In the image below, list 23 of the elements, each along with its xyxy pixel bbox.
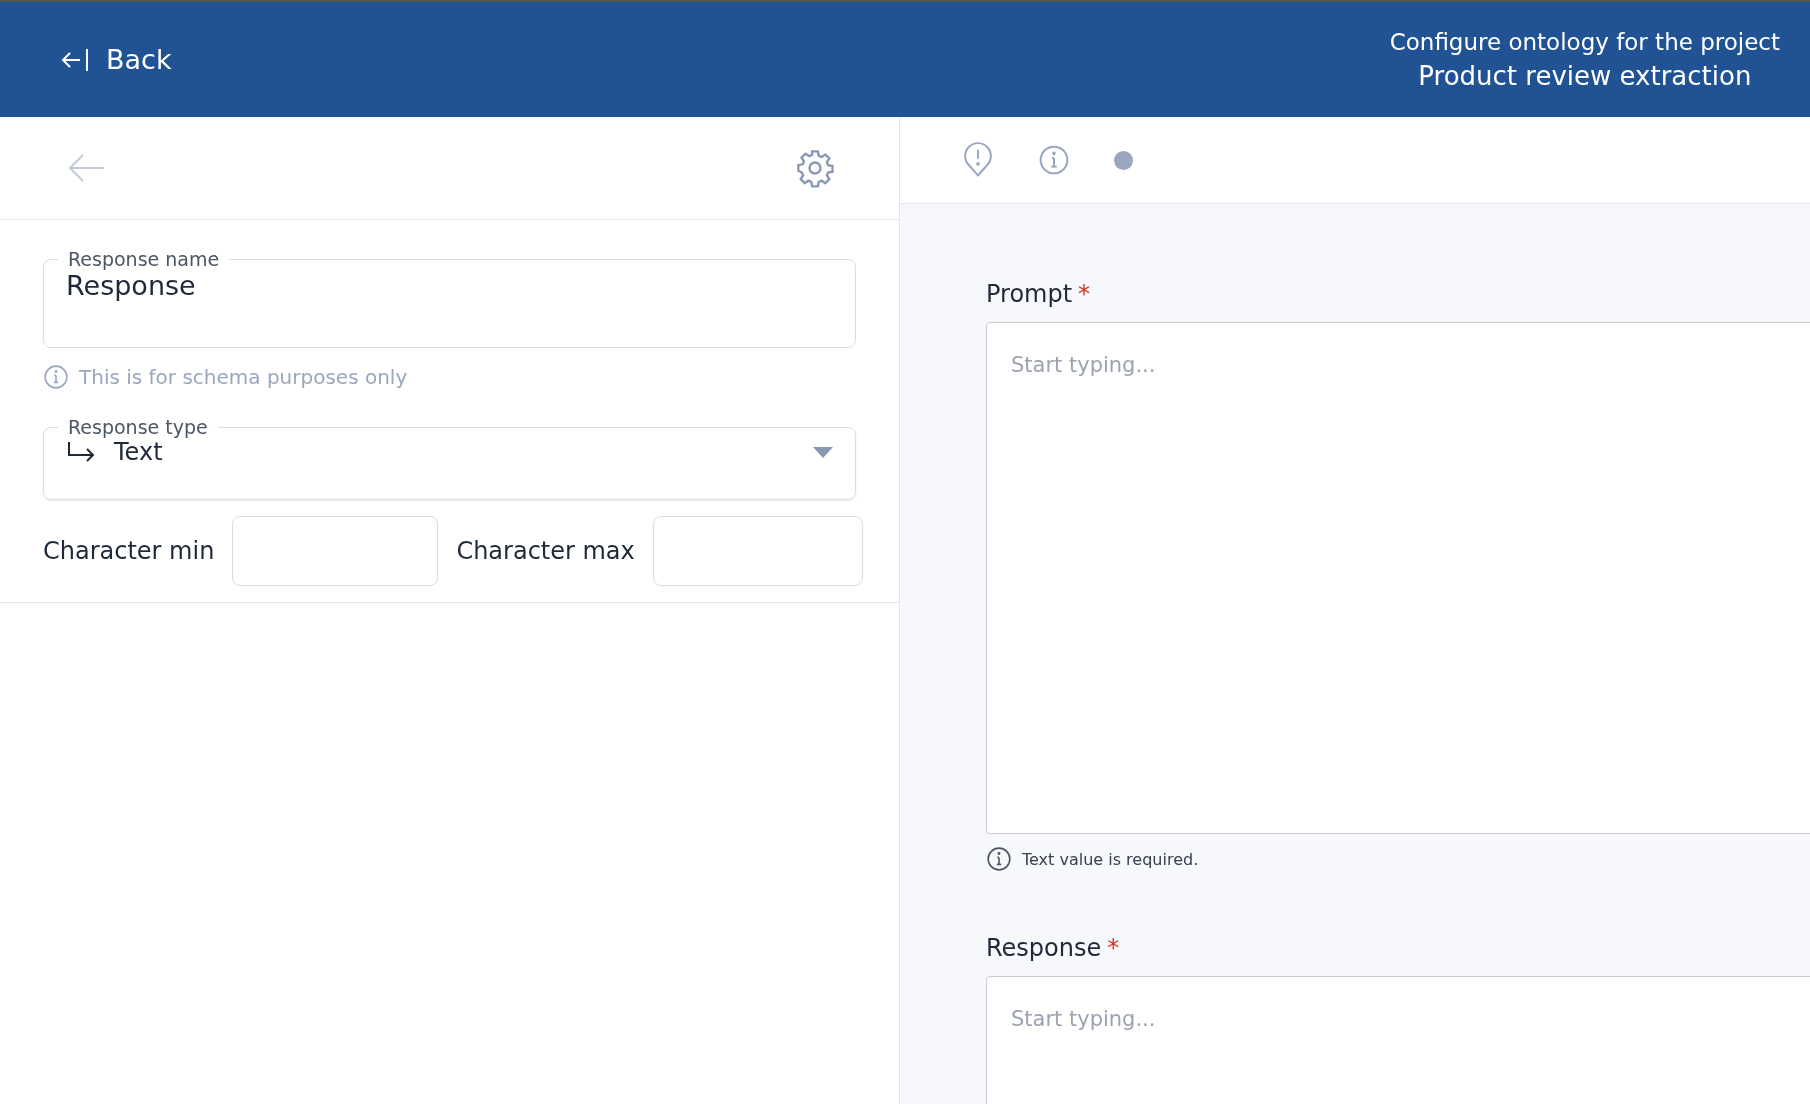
field-hint: This is for schema purposes only	[79, 365, 408, 389]
limit-input[interactable]	[232, 516, 439, 586]
settings-icon[interactable]	[795, 148, 835, 188]
field-label: Response type	[67, 416, 209, 438]
dot-icon[interactable]	[1114, 150, 1133, 170]
caret-icon	[813, 446, 833, 458]
text-area[interactable]: Start typing...	[986, 322, 1810, 834]
back-button[interactable]: Back	[60, 44, 172, 75]
field-label: Response name	[67, 248, 221, 270]
limit-label: Character max	[456, 537, 635, 565]
error-message: Text value is required.	[1022, 849, 1199, 869]
info-icon	[43, 364, 69, 390]
selected-value: Text	[114, 438, 163, 466]
text-area[interactable]: Start typing...	[986, 976, 1810, 1104]
limit-label: Character min	[43, 537, 215, 565]
field-label: Response *	[986, 934, 1121, 962]
turn-arrow-icon	[66, 441, 96, 463]
page-subtitle: Configure ontology for the project	[1389, 28, 1780, 55]
alert-pin-icon[interactable]	[962, 142, 994, 178]
field-label: Prompt *	[986, 280, 1092, 308]
info-icon	[986, 846, 1012, 872]
project-name: Product review extraction	[1418, 60, 1752, 91]
limit-input[interactable]	[652, 516, 863, 586]
